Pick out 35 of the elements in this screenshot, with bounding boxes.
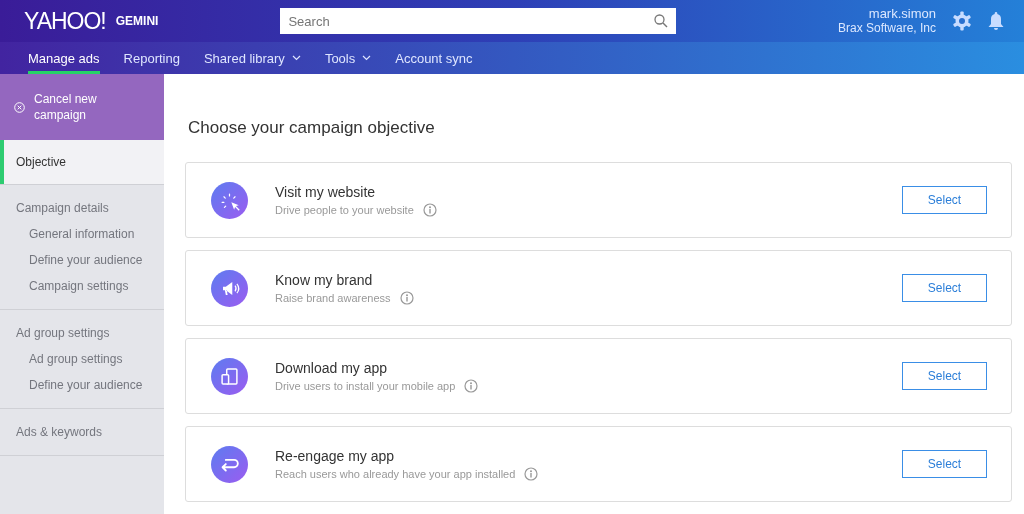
info-icon[interactable] (524, 466, 539, 481)
devices-icon (211, 357, 248, 395)
nav-tab[interactable]: Tools (324, 42, 372, 74)
select-button[interactable]: Select (902, 186, 987, 214)
select-button[interactable]: Select (902, 450, 987, 478)
search-field[interactable]: Search (280, 8, 677, 34)
objective-description: Drive users to install your mobile app (275, 379, 456, 392)
logo: YAHOO! (24, 7, 106, 35)
info-icon[interactable] (399, 290, 414, 305)
select-button[interactable]: Select (902, 274, 987, 302)
objective-description: Raise brand awareness (275, 291, 391, 304)
objective-description: Reach users who already have your app installed (275, 467, 516, 480)
objective-title: Visit my website (275, 183, 377, 200)
megaphone-icon (211, 269, 248, 307)
objective-title: Download my app (275, 359, 389, 376)
user-name: mark.simon (867, 7, 936, 21)
objective-title: Re-engage my app (275, 447, 396, 464)
bell-icon[interactable] (988, 11, 1004, 31)
objective-title: Know my brand (275, 271, 374, 288)
info-icon[interactable] (464, 378, 479, 393)
cancel-campaign-button[interactable]: Cancel new campaign (0, 74, 164, 140)
close-icon[interactable] (14, 101, 25, 113)
company-name: Brax Software, Inc (837, 21, 936, 35)
sidebar-item[interactable]: Objective (0, 140, 164, 184)
objective-description: Drive people to your website (275, 203, 414, 216)
settings-icon[interactable] (952, 11, 972, 31)
search-icon[interactable] (654, 14, 669, 28)
nav-tab[interactable]: Shared library (203, 42, 301, 74)
info-icon[interactable] (422, 202, 437, 217)
cursor-click-icon (211, 181, 248, 219)
select-button[interactable]: Select (902, 362, 987, 390)
page-title: Choose your campaign objective (188, 118, 436, 138)
nav-tab[interactable]: Reporting (123, 42, 180, 74)
product-name: GEMINI (115, 14, 159, 28)
nav-tab[interactable]: Account sync (395, 42, 473, 74)
